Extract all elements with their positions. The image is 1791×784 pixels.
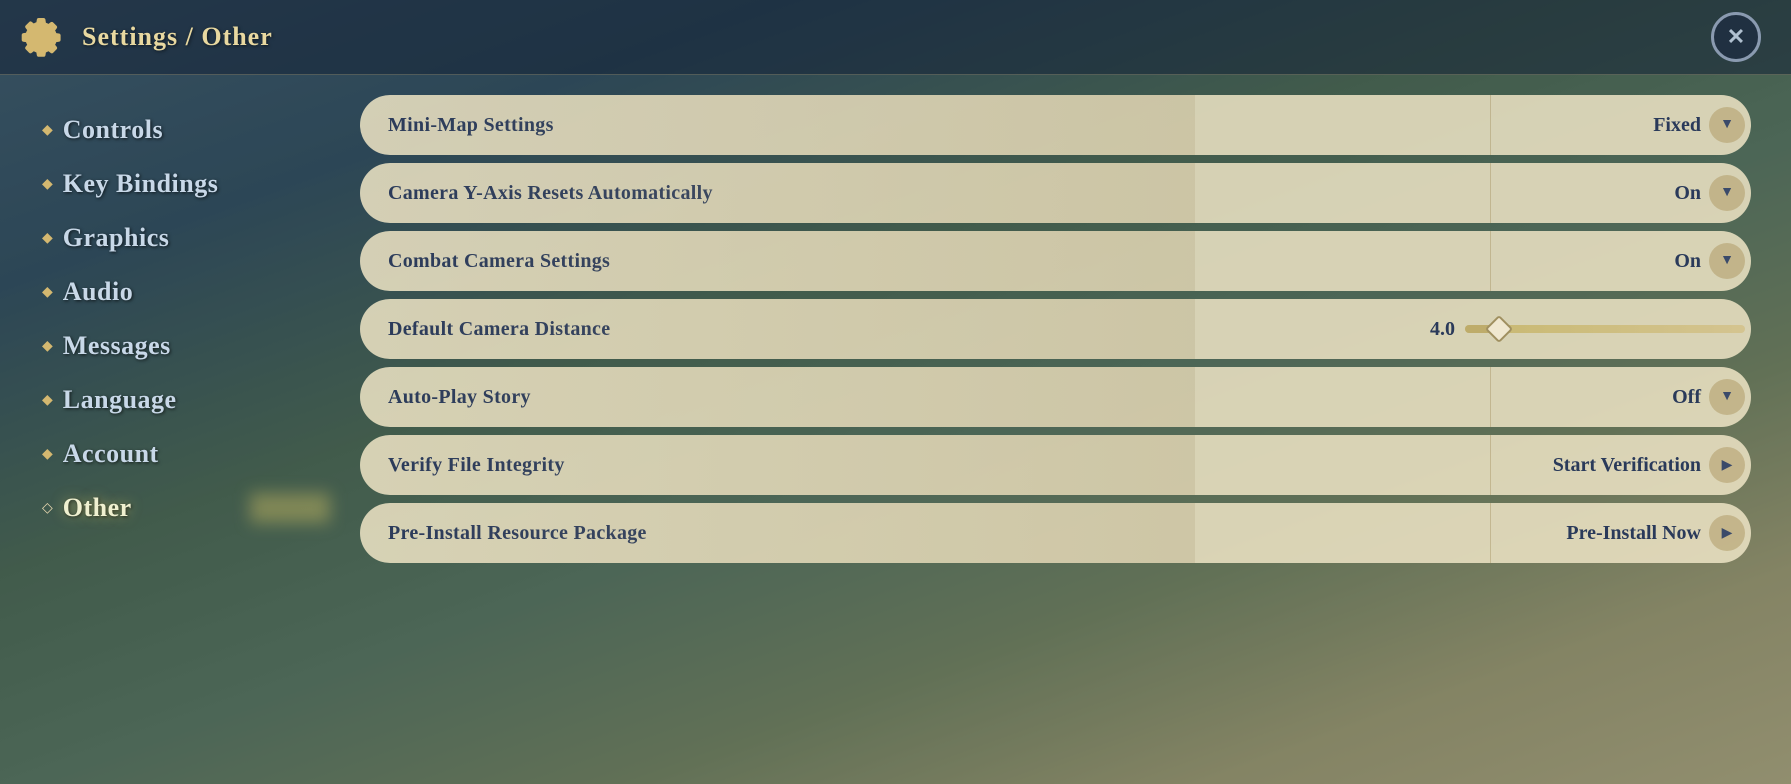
- divider-combat-camera: [1490, 231, 1491, 291]
- settings-panel: Settings / Other ✕ ◆ Controls ◆ Key Bind…: [0, 0, 1791, 784]
- divider-verify: [1490, 435, 1491, 495]
- gear-icon: [20, 13, 68, 61]
- settings-content: Mini-Map Settings Fixed ▼ Camera Y-Axis …: [340, 75, 1791, 784]
- combat-camera-dropdown-arrow[interactable]: ▼: [1709, 243, 1745, 279]
- preinstall-action-circle[interactable]: ▶: [1709, 515, 1745, 551]
- verify-action-circle[interactable]: ▶: [1709, 447, 1745, 483]
- minimap-value-area[interactable]: Fixed ▼: [1525, 107, 1745, 143]
- header: Settings / Other ✕: [0, 0, 1791, 75]
- sidebar-label-audio: Audio: [63, 277, 133, 307]
- setting-verify: Verify File Integrity Start Verification…: [360, 435, 1751, 495]
- sidebar-item-language[interactable]: ◆ Language: [30, 375, 320, 425]
- combat-camera-value: On: [1674, 250, 1701, 273]
- sidebar-item-graphics[interactable]: ◆ Graphics: [30, 213, 320, 263]
- sidebar-item-other[interactable]: ◇ Other: [30, 483, 320, 533]
- preinstall-action-area[interactable]: Pre-Install Now ▶: [1525, 515, 1745, 551]
- sidebar-item-audio[interactable]: ◆ Audio: [30, 267, 320, 317]
- setting-preinstall: Pre-Install Resource Package Pre-Install…: [360, 503, 1751, 563]
- sidebar-label-graphics: Graphics: [63, 223, 170, 253]
- setting-preinstall-label: Pre-Install Resource Package: [388, 522, 1525, 545]
- other-glow: [250, 493, 330, 523]
- setting-combat-camera-label: Combat Camera Settings: [388, 250, 1525, 273]
- close-button[interactable]: ✕: [1711, 12, 1761, 62]
- verify-action-area[interactable]: Start Verification ▶: [1525, 447, 1745, 483]
- divider-preinstall: [1490, 503, 1491, 563]
- bullet-account: ◆: [42, 446, 53, 463]
- header-left: Settings / Other: [20, 13, 273, 61]
- sidebar: ◆ Controls ◆ Key Bindings ◆ Graphics ◆ A…: [0, 75, 340, 784]
- setting-camera-distance: Default Camera Distance 4.0: [360, 299, 1751, 359]
- setting-camera-y-label: Camera Y-Axis Resets Automatically: [388, 182, 1525, 205]
- sidebar-label-language: Language: [63, 385, 177, 415]
- verify-action-label: Start Verification: [1553, 454, 1701, 477]
- sidebar-label-other: Other: [63, 493, 132, 523]
- camera-distance-slider-area: 4.0: [1067, 318, 1746, 341]
- combat-camera-value-area[interactable]: On ▼: [1525, 243, 1745, 279]
- sidebar-item-key-bindings[interactable]: ◆ Key Bindings: [30, 159, 320, 209]
- bullet-graphics: ◆: [42, 230, 53, 247]
- sidebar-label-account: Account: [63, 439, 159, 469]
- divider-autoplay: [1490, 367, 1491, 427]
- sidebar-label-key-bindings: Key Bindings: [63, 169, 219, 199]
- camera-y-dropdown-arrow[interactable]: ▼: [1709, 175, 1745, 211]
- setting-minimap: Mini-Map Settings Fixed ▼: [360, 95, 1751, 155]
- camera-distance-slider[interactable]: [1465, 325, 1745, 333]
- bullet-controls: ◆: [42, 122, 53, 139]
- sidebar-item-account[interactable]: ◆ Account: [30, 429, 320, 479]
- setting-combat-camera: Combat Camera Settings On ▼: [360, 231, 1751, 291]
- preinstall-action-label: Pre-Install Now: [1566, 522, 1701, 545]
- body: ◆ Controls ◆ Key Bindings ◆ Graphics ◆ A…: [0, 75, 1791, 784]
- camera-y-value: On: [1674, 182, 1701, 205]
- sidebar-label-messages: Messages: [63, 331, 171, 361]
- setting-verify-label: Verify File Integrity: [388, 454, 1525, 477]
- sidebar-item-controls[interactable]: ◆ Controls: [30, 105, 320, 155]
- autoplay-value: Off: [1672, 386, 1701, 409]
- autoplay-dropdown-arrow[interactable]: ▼: [1709, 379, 1745, 415]
- setting-minimap-label: Mini-Map Settings: [388, 114, 1525, 137]
- minimap-dropdown-arrow[interactable]: ▼: [1709, 107, 1745, 143]
- bullet-messages: ◆: [42, 338, 53, 355]
- camera-distance-value: 4.0: [1415, 318, 1455, 341]
- sidebar-item-messages[interactable]: ◆ Messages: [30, 321, 320, 371]
- bullet-other: ◇: [42, 500, 53, 517]
- bullet-audio: ◆: [42, 284, 53, 301]
- divider-camera-y: [1490, 163, 1491, 223]
- camera-y-value-area[interactable]: On ▼: [1525, 175, 1745, 211]
- minimap-value: Fixed: [1653, 114, 1701, 137]
- setting-camera-y: Camera Y-Axis Resets Automatically On ▼: [360, 163, 1751, 223]
- header-title: Settings / Other: [82, 22, 273, 52]
- bullet-language: ◆: [42, 392, 53, 409]
- autoplay-value-area[interactable]: Off ▼: [1525, 379, 1745, 415]
- slider-thumb[interactable]: [1484, 315, 1512, 343]
- bullet-key-bindings: ◆: [42, 176, 53, 193]
- divider-minimap: [1490, 95, 1491, 155]
- setting-autoplay: Auto-Play Story Off ▼: [360, 367, 1751, 427]
- setting-camera-distance-label: Default Camera Distance: [388, 318, 1067, 341]
- setting-autoplay-label: Auto-Play Story: [388, 386, 1525, 409]
- sidebar-label-controls: Controls: [63, 115, 163, 145]
